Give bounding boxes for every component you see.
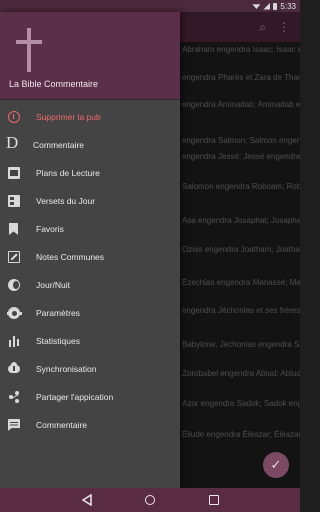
menu-item-sync[interactable]: Synchronisation [0, 355, 180, 383]
menu-item-label: Partager l'appication [36, 392, 114, 402]
menu-item-label: Statistiques [36, 336, 80, 346]
status-bar: 5:33 [0, 0, 300, 12]
menu-item-verse-of-day[interactable]: Versets du Jour [0, 187, 180, 215]
app-screen: ⌕ ⋮ Abraham engendra Isaac; Isaac engend… [0, 0, 300, 512]
calendar-icon [8, 167, 20, 179]
cross-logo-icon [16, 28, 42, 72]
bookmark-icon [9, 223, 18, 235]
signal-icon [263, 2, 271, 10]
menu-item-commentary[interactable]: D Commentaire [0, 131, 180, 159]
menu-item-label: Notes Communes [36, 252, 105, 262]
news-icon [8, 195, 20, 207]
menu-item-settings[interactable]: Paramètres [0, 299, 180, 327]
menu-item-label: Supprimer la pub [36, 112, 101, 122]
comment-icon [8, 419, 20, 431]
app-title: La Bible Commentaire [9, 79, 99, 89]
cloud-upload-icon [8, 362, 20, 373]
navigation-drawer: La Bible Commentaire Supprimer la pub D … [0, 12, 180, 488]
menu-item-reading-plans[interactable]: Plans de Lecture [0, 159, 180, 187]
day-night-icon [8, 279, 20, 291]
recents-nav-button[interactable] [209, 495, 219, 505]
menu-item-notes[interactable]: Notes Communes [0, 243, 180, 271]
info-icon [8, 111, 20, 123]
menu-item-label: Commentaire [33, 140, 85, 150]
menu-item-favorites[interactable]: Favoris [0, 215, 180, 243]
check-icon: ✓ [270, 457, 282, 472]
menu-item-label: Commentaire [36, 420, 88, 430]
menu-item-day-night[interactable]: Jour/Nuit [0, 271, 180, 299]
back-nav-button[interactable] [82, 494, 92, 506]
status-time: 5:33 [280, 1, 296, 11]
menu-item-label: Paramètres [36, 308, 80, 318]
menu-item-label: Plans de Lecture [36, 168, 100, 178]
gear-icon [6, 307, 22, 319]
menu-item-label: Favoris [36, 224, 64, 234]
d-letter-icon: D [6, 133, 19, 152]
menu-item-label: Synchronisation [36, 364, 97, 374]
drawer-header: La Bible Commentaire [0, 12, 180, 100]
menu-item-label: Versets du Jour [36, 196, 96, 206]
menu-item-label: Jour/Nuit [36, 280, 71, 290]
menu-item-comment[interactable]: Commentaire [0, 411, 180, 439]
system-nav-bar [0, 488, 300, 512]
drawer-menu: Supprimer la pub D Commentaire Plans de … [0, 103, 180, 439]
battery-icon [273, 2, 278, 10]
share-icon [8, 391, 20, 403]
menu-item-share-app[interactable]: Partager l'appication [0, 383, 180, 411]
fab-check-button[interactable]: ✓ [263, 452, 289, 478]
menu-item-remove-ads[interactable]: Supprimer la pub [0, 103, 180, 131]
bar-chart-icon [8, 335, 20, 347]
menu-item-statistics[interactable]: Statistiques [0, 327, 180, 355]
edit-icon [8, 251, 20, 263]
home-nav-button[interactable] [145, 495, 155, 505]
wifi-icon [252, 4, 261, 9]
